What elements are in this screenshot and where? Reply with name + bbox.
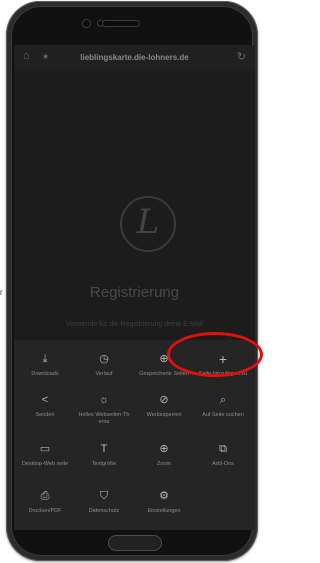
- menu-item-find-in-page[interactable]: ⌕ Auf Seite suchen: [194, 394, 252, 419]
- home-button[interactable]: [108, 535, 162, 551]
- menu-item-desktop-site[interactable]: ▭ Desktop-Web seite: [16, 443, 74, 468]
- page-title: Registrierung: [89, 284, 180, 301]
- menu-item-print[interactable]: ⎙ Drucken/PDF: [16, 490, 74, 515]
- clock-icon: ◷: [99, 353, 109, 365]
- download-icon: ⤓: [42, 353, 48, 365]
- page-edge-text: r: [0, 288, 3, 297]
- menu-item-settings[interactable]: ⚙ Einstellungen: [135, 490, 193, 515]
- reload-icon[interactable]: ↻: [237, 50, 246, 63]
- share-icon: <: [41, 394, 49, 406]
- text-size-icon: T: [100, 443, 108, 455]
- highlight-circle: [167, 332, 263, 377]
- menu-item-light-theme[interactable]: ☼ Helles Webseiten-Th ema: [75, 394, 133, 426]
- site-logo: L: [120, 196, 176, 252]
- print-icon: ⎙: [40, 490, 50, 502]
- menu-item-zoom[interactable]: ⊕ Zoom: [135, 443, 193, 468]
- page-subtitle: Verwende für die Registrierung deine E-M…: [66, 321, 203, 328]
- block-icon: ⊘: [159, 394, 169, 406]
- front-camera-icon: [83, 20, 90, 27]
- shield-icon: ⛉: [99, 490, 109, 502]
- desktop-icon: ▭: [39, 443, 51, 455]
- address-bar[interactable]: ⌂ ★ lieblingskarte.die-lohners.de ↻: [14, 45, 255, 71]
- web-page: L Registrierung Verwende für die Registr…: [14, 71, 255, 530]
- menu-item-downloads[interactable]: ⤓ Downloads: [16, 353, 74, 378]
- earpiece-speaker: [103, 21, 139, 26]
- menu-item-privacy[interactable]: ⛉ Datenschutz: [75, 490, 133, 515]
- settings-icon: ⚙: [159, 490, 169, 502]
- sun-icon: ☼: [98, 394, 110, 406]
- menu-item-text-size[interactable]: T Textgröße: [75, 443, 133, 468]
- find-icon: ⌕: [219, 394, 227, 406]
- menu-item-history[interactable]: ◷ Verlauf: [75, 353, 133, 378]
- menu-item-share[interactable]: < Senden: [16, 394, 74, 419]
- browser-screen: ⌂ ★ lieblingskarte.die-lohners.de ↻ L Re…: [14, 45, 255, 530]
- url-text[interactable]: lieblingskarte.die-lohners.de: [14, 53, 255, 62]
- addon-icon: ⧉: [219, 443, 227, 455]
- zoom-icon: ⊕: [159, 443, 169, 455]
- menu-item-add-ons[interactable]: ⧉ Add-Ons: [194, 443, 252, 468]
- menu-item-ad-block[interactable]: ⊘ Werbesperren: [135, 394, 193, 419]
